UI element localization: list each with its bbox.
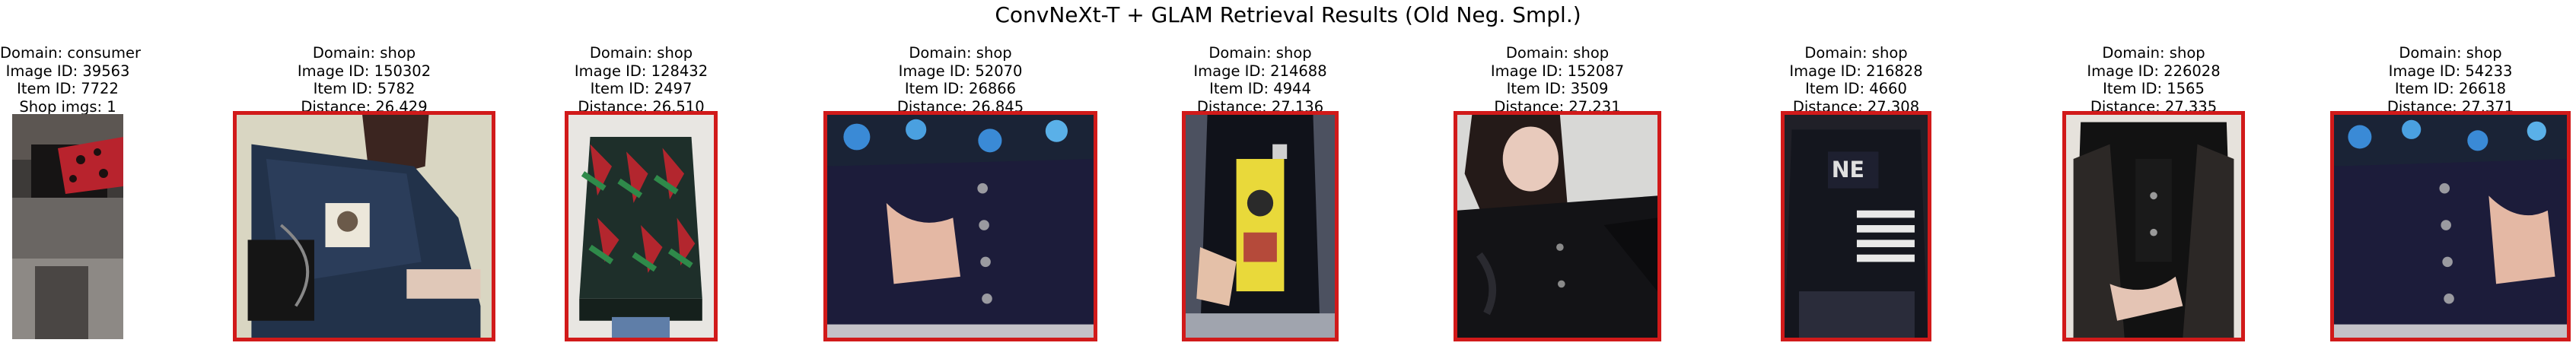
result-domain: Domain: shop	[2399, 44, 2502, 62]
result-image: NE	[1781, 111, 1931, 341]
result-image	[2062, 111, 2245, 341]
query-item-id: Item ID: 7722	[17, 80, 119, 97]
result-item-id: Item ID: 4944	[1209, 80, 1311, 97]
result-item-id: Item ID: 2497	[590, 80, 693, 97]
result-caption: Domain: shop Image ID: 150302 Item ID: 5…	[233, 44, 495, 116]
result-caption: Domain: shop Image ID: 214688 Item ID: 4…	[1182, 44, 1339, 116]
result-caption: Domain: shop Image ID: 152087 Item ID: 3…	[1454, 44, 1661, 116]
result-domain: Domain: shop	[2102, 44, 2205, 62]
result-caption: Domain: shop Image ID: 216828 Item ID: 4…	[1781, 44, 1931, 116]
query-shop-imgs: Shop imgs: 1	[19, 97, 116, 116]
result-image-id: Image ID: 150302	[297, 62, 431, 80]
query-image-id: Image ID: 39563	[5, 62, 130, 80]
result-caption: Domain: shop Image ID: 128432 Item ID: 2…	[565, 44, 718, 116]
result-domain: Domain: shop	[909, 44, 1012, 62]
result-image-id: Image ID: 54233	[2388, 62, 2513, 80]
query-domain: Domain: consumer	[0, 44, 141, 62]
result-image	[1454, 111, 1661, 341]
result-image	[1182, 111, 1339, 341]
result-image-id: Image ID: 128432	[574, 62, 708, 80]
result-domain: Domain: shop	[1208, 44, 1312, 62]
svg-text:NE: NE	[1832, 157, 1864, 183]
result-item-id: Item ID: 4660	[1805, 80, 1907, 97]
result-item-id: Item ID: 26618	[2394, 80, 2507, 97]
result-image	[823, 111, 1097, 341]
result-image	[565, 111, 718, 341]
result-caption: Domain: shop Image ID: 54233 Item ID: 26…	[2330, 44, 2571, 116]
result-image-id: Image ID: 52070	[898, 62, 1023, 80]
result-domain: Domain: shop	[1804, 44, 1908, 62]
result-image-id: Image ID: 152087	[1490, 62, 1625, 80]
result-domain: Domain: shop	[1505, 44, 1610, 62]
result-item-id: Item ID: 5782	[313, 80, 416, 97]
result-image	[233, 111, 495, 341]
result-image-id: Image ID: 226028	[2087, 62, 2221, 80]
result-image-id: Image ID: 216828	[1789, 62, 1923, 80]
result-item-id: Item ID: 26866	[904, 80, 1017, 97]
result-caption: Domain: shop Image ID: 52070 Item ID: 26…	[823, 44, 1097, 116]
query-image	[12, 114, 123, 339]
result-item-id: Item ID: 1565	[2103, 80, 2205, 97]
figure-title: ConvNeXt-T + GLAM Retrieval Results (Old…	[995, 2, 1581, 27]
result-domain: Domain: shop	[589, 44, 693, 62]
result-domain: Domain: shop	[312, 44, 416, 62]
result-caption: Domain: shop Image ID: 226028 Item ID: 1…	[2062, 44, 2245, 116]
result-image	[2330, 111, 2571, 341]
result-image-id: Image ID: 214688	[1193, 62, 1327, 80]
query-caption: Domain: consumer Image ID: 39563 Item ID…	[0, 44, 141, 116]
result-item-id: Item ID: 3509	[1506, 80, 1609, 97]
